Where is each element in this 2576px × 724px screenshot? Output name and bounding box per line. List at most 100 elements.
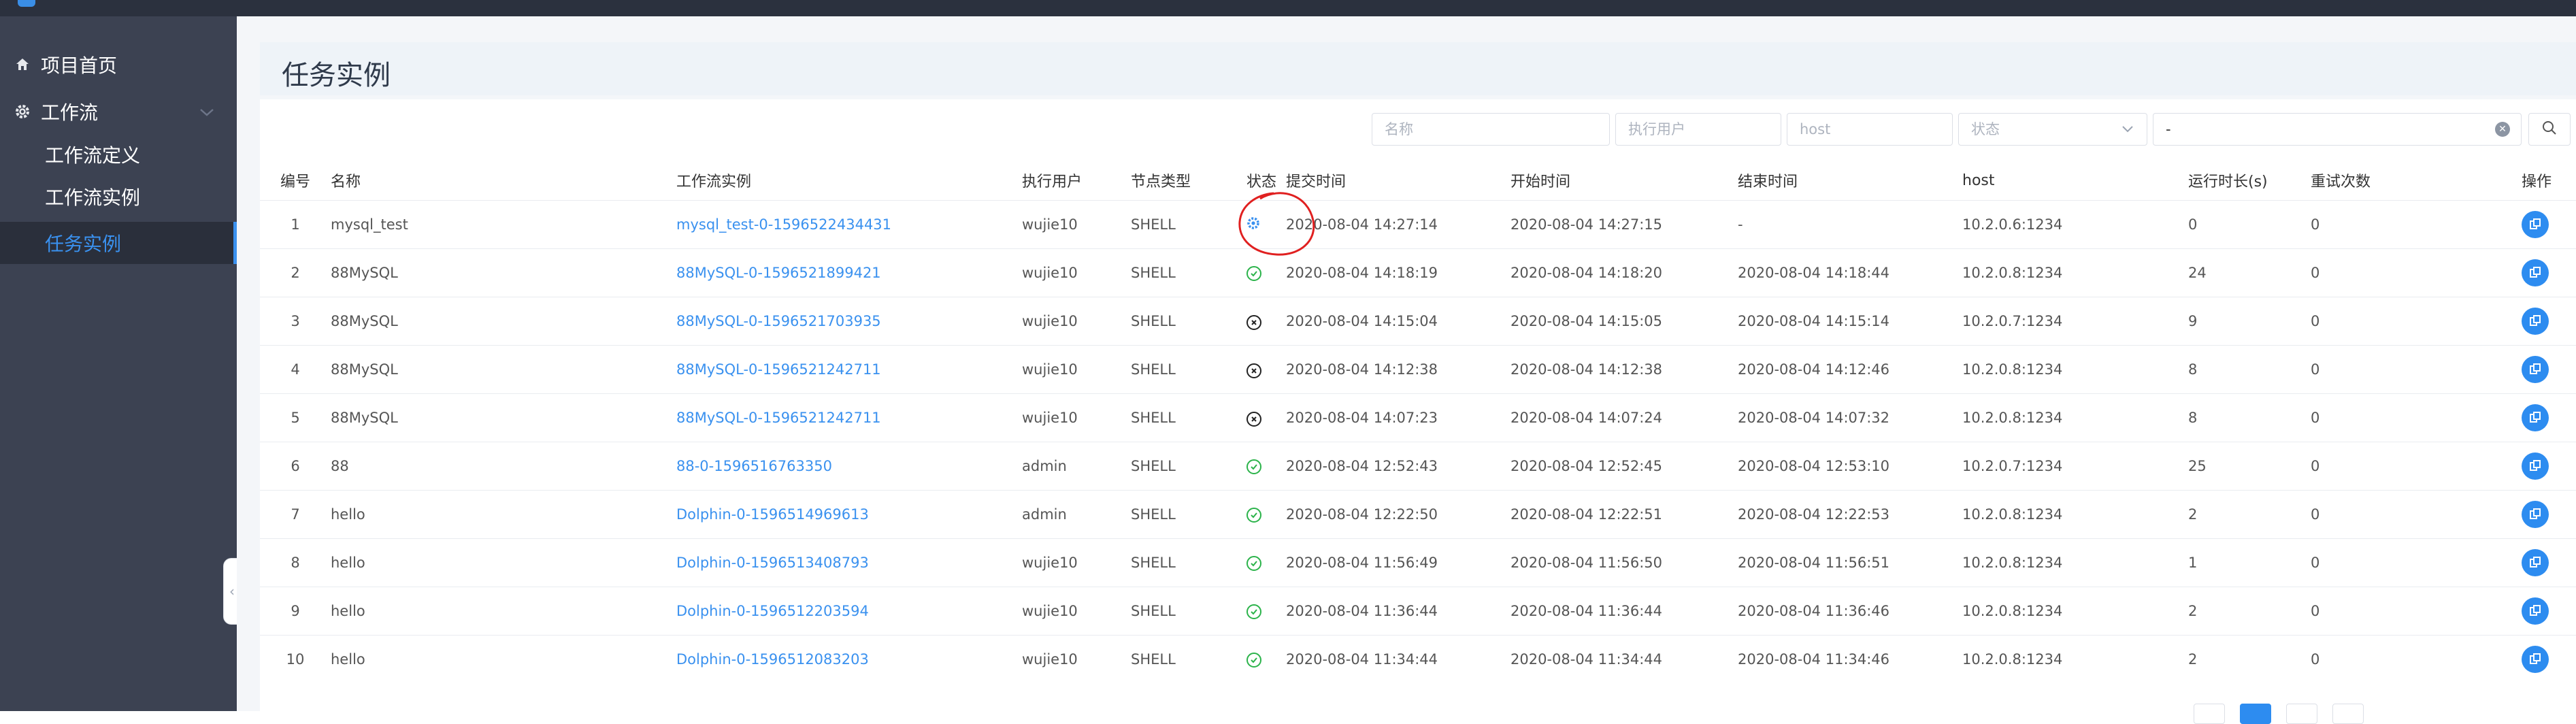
workflow-instance-link-text[interactable]: 88MySQL-0-1596521242711 [676,410,881,426]
gear-icon [14,103,31,120]
table-row: 7 hello Dolphin-0-1596514969613 admin SHELL 2… [260,490,2576,539]
workflow-instance-link-text[interactable]: Dolphin-0-1596514969613 [676,506,869,523]
cell-end: 2020-08-04 11:36:46 [1738,587,1962,636]
task-name-input[interactable] [1372,114,1609,145]
cell-user: wujie10 [1022,297,1131,346]
sidebar-item-task-instance[interactable]: 任务实例 [0,222,237,264]
cell-user: admin [1022,490,1131,539]
column-header: 开始时间 [1510,174,1571,191]
cell-duration: 24 [2188,248,2311,297]
cell-duration: 9 [2188,297,2311,346]
log-icon [2530,363,2541,374]
cell-retry: 0 [2311,200,2522,249]
cell-host: 10.2.0.8:1234 [1962,538,2188,587]
executor-input[interactable] [1616,114,1781,145]
sidebar-item-project-home[interactable]: 项目首页 [0,44,237,86]
cell-submit: 2020-08-04 14:18:19 [1286,248,1510,297]
view-log-button[interactable] [2522,404,2549,431]
view-log-button[interactable] [2522,597,2549,625]
workflow-instance-link-text[interactable]: 88-0-1596516763350 [676,458,832,474]
cell-name: hello [331,490,676,539]
cell-duration: 25 [2188,442,2311,491]
cell-name: 88MySQL [331,393,676,442]
cell-retry: 0 [2311,587,2522,636]
column-header: 名称 [331,174,361,191]
top-bar [0,0,2576,16]
pagination-prev[interactable] [2194,704,2225,724]
cell-submit: 2020-08-04 11:56:49 [1286,538,1510,587]
cell-start: 2020-08-04 12:22:51 [1510,490,1738,539]
pagination-page[interactable] [2332,704,2364,724]
status-cell [1246,345,1286,394]
status-cell [1246,442,1286,491]
workflow-instance-link-text[interactable]: mysql_test-0-1596522434431 [676,216,891,233]
workflow-instance-link: mysql_test-0-1596522434431 [676,200,1022,249]
column-header: 结束时间 [1738,174,1798,191]
search-button[interactable] [2528,113,2571,146]
workflow-instance-link-text[interactable]: Dolphin-0-1596512203594 [676,603,869,619]
view-log-button[interactable] [2522,259,2549,286]
state-select[interactable] [1958,113,2147,146]
page-title: 任务实例 [282,60,391,91]
view-log-button[interactable] [2522,211,2549,238]
sidebar-item-label: 项目首页 [41,54,118,77]
view-log-button[interactable] [2522,501,2549,528]
sidebar-item-workflow-definition[interactable]: 工作流定义 [0,133,237,176]
red-annotation-circle [1238,192,1315,256]
home-icon [14,56,31,73]
date-range-input[interactable] [2153,114,2521,145]
workflow-instance-link-text[interactable]: 88MySQL-0-1596521703935 [676,313,881,329]
table-row: 3 88MySQL 88MySQL-0-1596521703935 wujie10 SH… [260,297,2576,346]
chevron-left-icon: ‹ [229,583,235,599]
cell-host: 10.2.0.7:1234 [1962,442,2188,491]
workflow-instance-link-text[interactable]: Dolphin-0-1596512083203 [676,651,869,668]
cell-id: 7 [260,490,331,539]
sidebar-item-label: 工作流 [41,101,99,124]
workflow-instance-link: Dolphin-0-1596512083203 [676,635,1022,683]
cell-end: 2020-08-04 14:15:14 [1738,297,1962,346]
cell-name: 88MySQL [331,297,676,346]
view-log-button[interactable] [2522,356,2549,383]
failed-icon [1246,363,1261,378]
view-log-button[interactable] [2522,308,2549,335]
host-input[interactable] [1787,114,1952,145]
host-field[interactable] [1787,113,1953,146]
cell-end: 2020-08-04 11:34:46 [1738,635,1962,683]
sidebar-item-label: 任务实例 [45,233,122,255]
log-icon [2530,315,2541,326]
cell-user: wujie10 [1022,393,1131,442]
pagination-page[interactable] [2286,704,2317,724]
view-log-button[interactable] [2522,452,2549,480]
cell-duration: 0 [2188,200,2311,249]
sidebar-item-workflow[interactable]: 工作流 [0,90,237,133]
date-range-picker[interactable]: ✕ [2153,113,2522,146]
cell-duration: 1 [2188,538,2311,587]
cell-user: wujie10 [1022,587,1131,636]
cell-type: SHELL [1131,345,1246,394]
state-select-input[interactable] [1959,114,2147,145]
table-row: 8 hello Dolphin-0-1596513408793 wujie10 SHEL… [260,538,2576,587]
cell-retry: 0 [2311,297,2522,346]
workflow-instance-link: Dolphin-0-1596512203594 [676,587,1022,636]
sidebar: 项目首页 工作流 工作流定义 工作流实例 任务实例 [0,16,237,711]
cell-duration: 2 [2188,490,2311,539]
cell-retry: 0 [2311,635,2522,683]
task-name-field[interactable] [1372,113,1610,146]
clear-icon[interactable]: ✕ [2495,122,2510,137]
cell-user: wujie10 [1022,200,1131,249]
cell-start: 2020-08-04 11:36:44 [1510,587,1738,636]
workflow-instance-link-text[interactable]: 88MySQL-0-1596521242711 [676,361,881,378]
workflow-instance-link: 88MySQL-0-1596521703935 [676,297,1022,346]
column-header: host [1962,171,1995,189]
sidebar-item-workflow-instance[interactable]: 工作流实例 [0,176,237,218]
view-log-button[interactable] [2522,646,2549,673]
executor-field[interactable] [1615,113,1781,146]
chevron-down-icon[interactable] [199,102,215,121]
cell-actions [2522,345,2576,394]
pagination-page[interactable] [2240,704,2271,724]
workflow-instance-link-text[interactable]: 88MySQL-0-1596521899421 [676,265,881,281]
cell-id: 4 [260,345,331,394]
cell-host: 10.2.0.7:1234 [1962,297,2188,346]
workflow-instance-link-text[interactable]: Dolphin-0-1596513408793 [676,555,869,571]
view-log-button[interactable] [2522,549,2549,576]
